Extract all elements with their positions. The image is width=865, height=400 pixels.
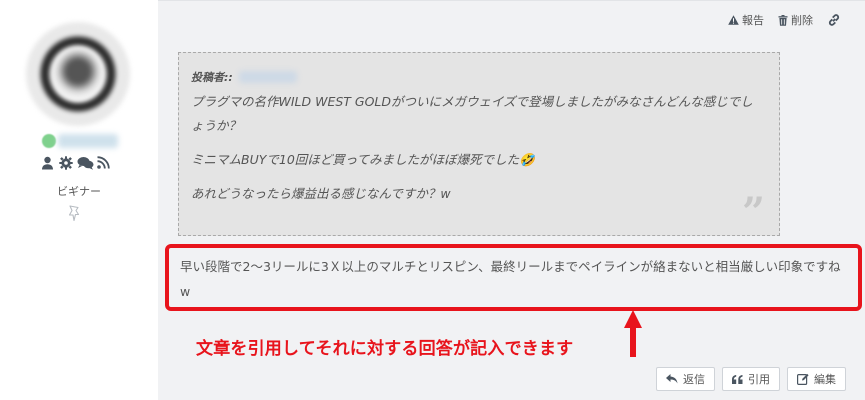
edit-label: 編集 — [814, 373, 836, 386]
delete-link[interactable]: 削除 — [778, 12, 813, 28]
avatar-emblem — [54, 48, 102, 100]
link-icon — [828, 14, 840, 26]
quote-label: 引用 — [748, 373, 770, 386]
answer-text: 早い段階で2〜3リールに3Ｘ以上のマルチとリスピン、最終リールまでペイラインが絡… — [180, 259, 841, 299]
quote-author-name[interactable] — [238, 71, 297, 83]
report-link[interactable]: 報告 — [728, 12, 764, 28]
trash-icon — [778, 14, 788, 26]
reply-label: 返信 — [683, 373, 705, 386]
post-action-links: 報告 削除 — [728, 12, 841, 28]
quote-mark-icon: ” — [741, 189, 765, 236]
quote-block: 投稿者:: プラグマの名作WILD WEST GOLDがついにメガウェイズで登場… — [178, 52, 780, 236]
delete-label: 削除 — [791, 14, 813, 27]
rank-badge-icon — [66, 204, 82, 222]
gear-icon[interactable] — [59, 156, 74, 170]
up-arrow-icon — [624, 310, 642, 357]
user-sidebar: ビギナー — [0, 0, 158, 400]
user-action-icons — [41, 156, 112, 170]
comments-icon[interactable] — [77, 156, 94, 170]
rss-icon[interactable] — [97, 156, 112, 170]
quote-author: 投稿者:: — [191, 68, 767, 86]
username-link[interactable] — [58, 134, 118, 148]
annotation-text: 文章を引用してそれに対する回答が記入できます — [196, 339, 574, 359]
quote-paragraph: あれどうなったら爆益出る感じなんですか？w — [191, 186, 451, 201]
quote-author-prefix: 投稿者:: — [191, 71, 233, 84]
quote-paragraph: ミニマムBUYで10回ほど買ってみましたがほぼ爆死でした🤣 — [191, 152, 535, 167]
reply-button[interactable]: 返信 — [656, 367, 715, 391]
report-label: 報告 — [742, 14, 764, 27]
user-icon[interactable] — [41, 156, 56, 170]
user-rank: ビギナー — [57, 185, 101, 198]
edit-button[interactable]: 編集 — [787, 367, 846, 391]
online-status-icon — [42, 134, 56, 148]
edit-icon — [797, 373, 809, 385]
reply-icon — [666, 374, 678, 384]
warning-icon — [728, 15, 739, 25]
quote-paragraph: プラグマの名作WILD WEST GOLDがついにメガウェイズで登場しましたがみ… — [191, 94, 753, 133]
permalink-link[interactable] — [827, 13, 841, 27]
quote-button[interactable]: 引用 — [722, 367, 780, 391]
post-buttons: 返信 引用 編集 — [656, 367, 846, 391]
quote-icon — [732, 374, 743, 384]
